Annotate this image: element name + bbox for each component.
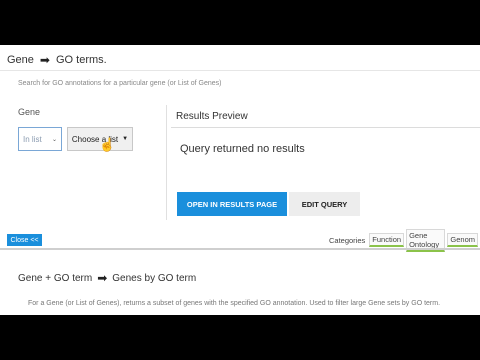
close-button[interactable]: Close << — [7, 234, 42, 246]
open-results-button[interactable]: OPEN IN RESULTS PAGE — [177, 192, 287, 216]
template-panel: Gene ➡ GO terms. Search for GO annotatio… — [0, 45, 480, 315]
template-title: Gene ➡ GO terms. — [7, 53, 107, 67]
next-title-right: Genes by GO term — [112, 272, 197, 284]
select-value: In list — [23, 134, 42, 144]
results-message: Query returned no results — [180, 143, 305, 155]
results-preview-title: Results Preview — [176, 111, 248, 122]
right-arrow-icon: ➡ — [39, 53, 50, 67]
dropdown-caret-icon: ▼ — [122, 136, 129, 142]
select-chevron-icon: ⌄ — [51, 136, 57, 143]
next-template-description: For a Gene (or List of Genes), returns a… — [28, 300, 441, 307]
hand-cursor-icon: ☝ — [99, 137, 116, 152]
vertical-divider — [166, 105, 167, 220]
constraint-select[interactable]: In list ⌄ — [18, 127, 62, 151]
header-divider — [0, 70, 480, 71]
template-description: Search for GO annotations for a particul… — [18, 80, 222, 87]
edit-query-button[interactable]: EDIT QUERY — [289, 192, 360, 216]
right-arrow-icon: ➡ — [97, 271, 108, 285]
next-template-title[interactable]: Gene + GO term ➡ Genes by GO term — [18, 271, 196, 285]
next-title-left: Gene + GO term — [18, 272, 93, 284]
title-gene: Gene — [7, 54, 34, 66]
title-go-terms: GO terms. — [55, 54, 107, 66]
categories-bar: Categories Function Gene Ontology Genom — [329, 228, 480, 252]
results-divider — [171, 127, 480, 128]
section-separator — [0, 248, 480, 250]
categories-label: Categories — [329, 235, 366, 245]
gene-label: Gene — [18, 107, 41, 117]
category-tab-genom[interactable]: Genom — [447, 233, 478, 247]
category-tab-function[interactable]: Function — [369, 233, 405, 247]
